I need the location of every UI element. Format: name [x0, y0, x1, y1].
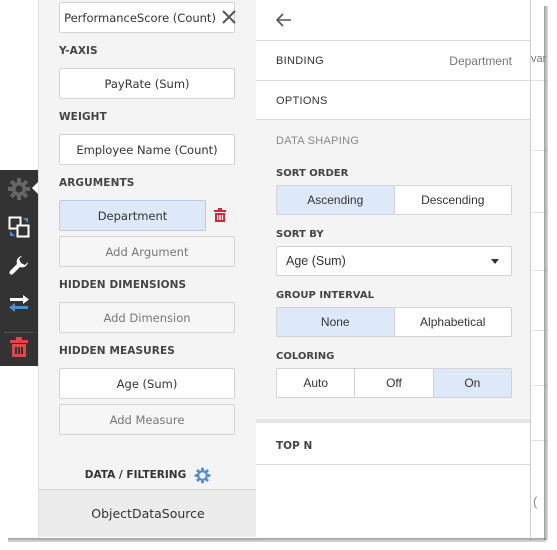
- group-interval-label: GROUP INTERVAL: [276, 290, 374, 301]
- top-n-label: TOP N: [276, 440, 313, 452]
- trash-icon[interactable]: [214, 208, 226, 222]
- options-row[interactable]: OPTIONS: [256, 81, 530, 120]
- interactivity-icon: [9, 295, 29, 312]
- close-icon[interactable]: [220, 8, 238, 26]
- y-axis-label: Y-AXIS: [59, 45, 98, 57]
- add-dimension-button[interactable]: Add Dimension: [59, 302, 235, 333]
- sort-order-toggle: Ascending Descending: [276, 185, 512, 215]
- binding-row[interactable]: BINDING Department: [256, 41, 530, 81]
- data-shaping-title: DATA SHAPING: [276, 135, 360, 147]
- delete-item-button[interactable]: [0, 330, 38, 364]
- gear-icon: [8, 178, 30, 200]
- bindings-panel: PerformanceScore (Count) Y-AXIS PayRate …: [38, 0, 258, 537]
- wrench-icon: [9, 256, 28, 275]
- sort-by-label: SORT BY: [276, 229, 324, 240]
- trash-icon: [10, 337, 28, 357]
- data-filtering-section: DATA / FILTERING: [39, 464, 257, 486]
- item-toolbar: [0, 170, 38, 366]
- convert-icon: [8, 216, 30, 238]
- argument-field-department[interactable]: Department: [59, 200, 206, 231]
- hidden-measure-field-age[interactable]: Age (Sum): [59, 368, 235, 399]
- convert-button[interactable]: [0, 210, 38, 244]
- frame-shadow: [8, 538, 546, 542]
- sort-descending-option[interactable]: Descending: [395, 186, 512, 214]
- coloring-label: COLORING: [276, 351, 335, 362]
- group-none-option[interactable]: None: [277, 308, 395, 336]
- group-alphabetical-option[interactable]: Alphabetical: [395, 308, 512, 336]
- binding-label: BINDING: [276, 55, 324, 67]
- chevron-down-icon: [491, 259, 499, 264]
- y-axis-field[interactable]: PayRate (Sum): [59, 68, 235, 99]
- data-shaping-section: DATA SHAPING SORT ORDER Ascending Descen…: [256, 120, 530, 423]
- coloring-on-option[interactable]: On: [433, 369, 511, 397]
- argument-options-panel: BINDING Department OPTIONS DATA SHAPING …: [256, 0, 531, 536]
- background-text: (: [533, 494, 538, 509]
- hidden-measures-label: HIDDEN MEASURES: [59, 345, 175, 357]
- coloring-auto-option[interactable]: Auto: [277, 369, 356, 397]
- hidden-dimensions-label: HIDDEN DIMENSIONS: [59, 279, 187, 291]
- wrench-button[interactable]: [0, 248, 38, 282]
- weight-field[interactable]: Employee Name (Count): [59, 134, 235, 165]
- sort-order-label: SORT ORDER: [276, 168, 349, 179]
- options-label: OPTIONS: [276, 95, 328, 107]
- sort-by-select[interactable]: Age (Sum): [276, 246, 512, 276]
- add-argument-button[interactable]: Add Argument: [59, 236, 235, 267]
- binding-field-performance-score[interactable]: PerformanceScore (Count): [59, 2, 235, 33]
- gear-icon[interactable]: [194, 467, 211, 484]
- top-n-row[interactable]: TOP N: [256, 427, 530, 465]
- binding-value: Department: [449, 54, 512, 68]
- coloring-toggle: Auto Off On: [276, 368, 512, 398]
- data-filtering-label: DATA / FILTERING: [84, 469, 187, 481]
- sort-ascending-option[interactable]: Ascending: [277, 186, 395, 214]
- frame-shadow: [544, 6, 548, 540]
- weight-label: WEIGHT: [59, 111, 107, 123]
- add-measure-button[interactable]: Add Measure: [59, 404, 235, 435]
- group-interval-toggle: None Alphabetical: [276, 307, 512, 337]
- arguments-label: ARGUMENTS: [59, 177, 135, 189]
- datasource-button[interactable]: ObjectDataSource: [39, 489, 257, 537]
- coloring-off-option[interactable]: Off: [355, 369, 434, 397]
- interactivity-button[interactable]: [0, 286, 38, 320]
- sort-by-value: Age (Sum): [286, 254, 346, 268]
- panel-header: [256, 0, 530, 41]
